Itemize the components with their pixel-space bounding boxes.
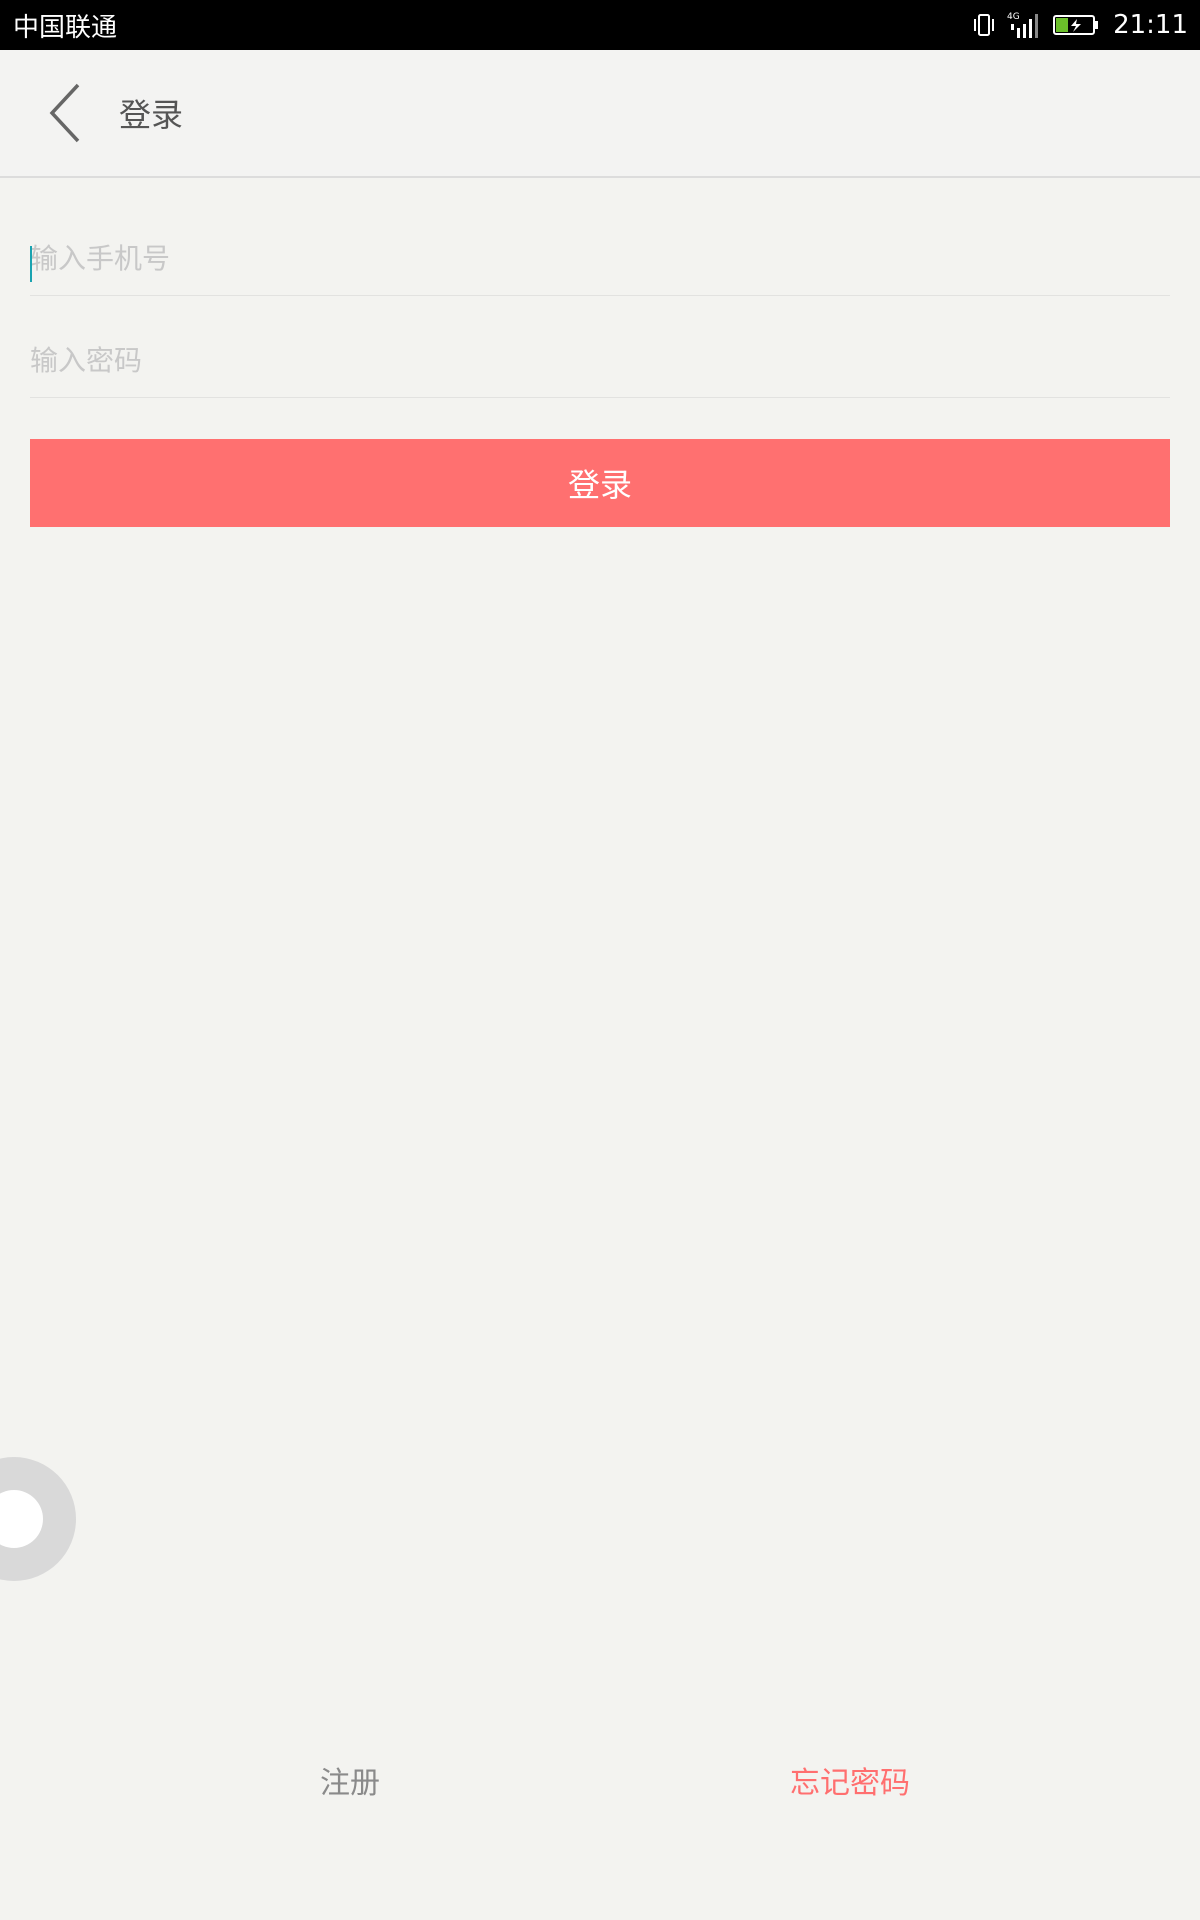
phone-field [30, 222, 1170, 296]
status-bar: 中国联通 4G 21:11 [0, 0, 1200, 50]
battery-icon [1053, 13, 1099, 37]
text-caret [30, 246, 32, 282]
clock: 21:11 [1113, 10, 1188, 40]
forgot-password-link[interactable]: 忘记密码 [790, 1758, 910, 1802]
page-title: 登录 [119, 96, 184, 134]
signal-icon: 4G [1007, 10, 1043, 40]
password-field [30, 324, 1170, 398]
vibrate-icon [971, 12, 997, 38]
back-button[interactable] [40, 80, 90, 150]
login-button[interactable]: 登录 [30, 439, 1170, 527]
floating-assist-button[interactable] [0, 1457, 76, 1581]
app-bar: 登录 [0, 50, 1200, 178]
floating-assist-dot [0, 1490, 43, 1548]
carrier-name: 中国联通 [13, 12, 118, 43]
password-input[interactable] [30, 324, 1170, 397]
status-icons: 4G 21:11 [971, 10, 1188, 40]
register-link[interactable]: 注册 [320, 1758, 380, 1802]
chevron-left-icon [48, 83, 82, 147]
phone-input[interactable] [30, 222, 1170, 295]
svg-text:4G: 4G [1007, 12, 1020, 22]
